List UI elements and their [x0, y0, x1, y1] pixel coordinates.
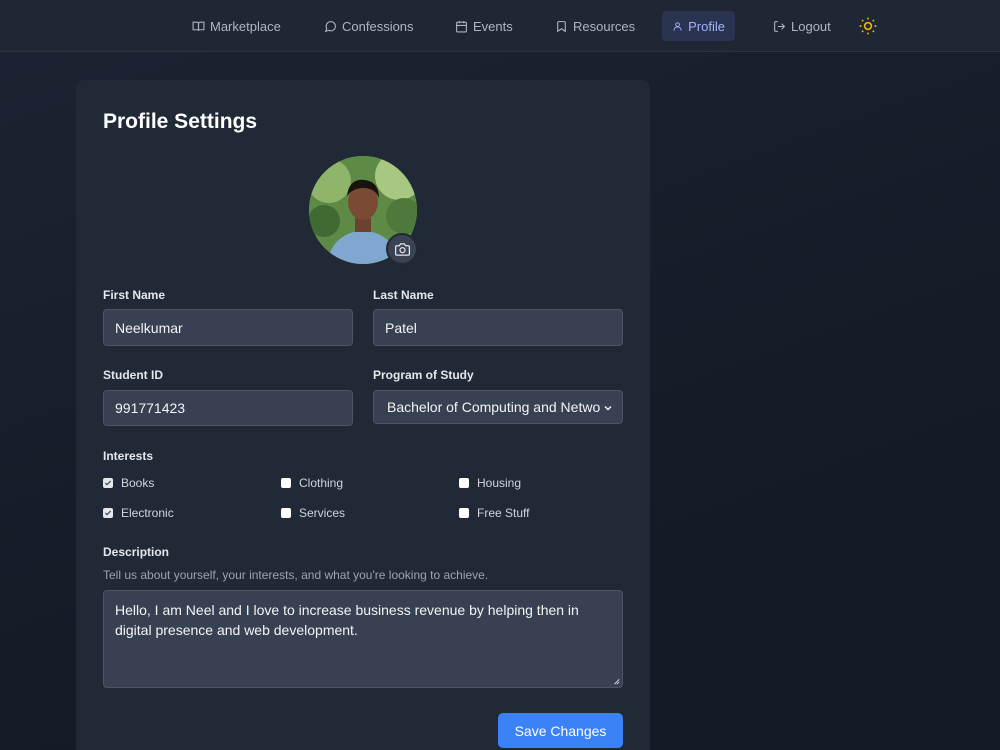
checkbox-clothing[interactable]: [281, 478, 291, 488]
interest-services-label: Services: [299, 506, 346, 520]
nav-marketplace-label: Marketplace: [210, 18, 281, 34]
nav-logout[interactable]: Logout: [763, 11, 841, 41]
nav-events-label: Events: [473, 18, 513, 34]
student-id-field[interactable]: [103, 390, 353, 426]
bookmark-icon: [557, 20, 566, 32]
calendar-icon: [456, 20, 467, 32]
interest-housing-label: Housing: [477, 476, 522, 490]
profile-settings-card: Profile Settings First Name Last Name St…: [76, 80, 650, 750]
interest-free-stuff-label: Free Stuff: [477, 506, 530, 520]
first-name-label: First Name: [103, 288, 166, 302]
last-name-field[interactable]: [373, 309, 623, 346]
sun-icon[interactable]: [858, 16, 878, 36]
checkbox-books[interactable]: [103, 478, 113, 488]
description-label: Description: [103, 545, 170, 559]
description-textarea[interactable]: Hello, I am Neel and I love to increase …: [103, 590, 623, 688]
interest-housing[interactable]: Housing: [459, 476, 521, 490]
nav-confessions[interactable]: Confessions: [314, 11, 424, 41]
last-name-label: Last Name: [373, 288, 434, 302]
program-label: Program of Study: [373, 368, 474, 382]
nav-profile-label: Profile: [688, 18, 725, 34]
description-text: Hello, I am Neel and I love to increase …: [115, 602, 579, 638]
user-icon: [673, 21, 682, 31]
change-photo-button[interactable]: [386, 233, 418, 265]
interest-clothing-label: Clothing: [299, 476, 344, 490]
checkmark-icon: [104, 510, 112, 516]
description-helper-text: Tell us about yourself, your interests, …: [103, 568, 489, 582]
interest-clothing[interactable]: Clothing: [281, 476, 343, 490]
top-navbar: Marketplace Confessions Events Resources…: [0, 0, 1000, 52]
nav-marketplace[interactable]: Marketplace: [182, 11, 291, 41]
checkbox-electronic[interactable]: [103, 508, 113, 518]
interest-electronic[interactable]: Electronic: [103, 506, 174, 520]
save-changes-button[interactable]: Save Changes: [498, 713, 623, 748]
resize-handle-icon[interactable]: [612, 677, 620, 685]
program-selected-value: Bachelor of Computing and Netwo: [387, 399, 601, 415]
checkbox-services[interactable]: [281, 508, 291, 518]
logout-icon: [774, 20, 786, 32]
nav-resources-label: Resources: [573, 18, 636, 34]
interest-books-label: Books: [121, 476, 155, 490]
nav-profile[interactable]: Profile: [662, 11, 735, 41]
student-id-label: Student ID: [103, 368, 163, 382]
interest-electronic-label: Electronic: [121, 506, 174, 520]
nav-confessions-label: Confessions: [342, 18, 414, 34]
checkmark-icon: [104, 480, 112, 486]
program-select[interactable]: Bachelor of Computing and Netwo: [373, 390, 623, 424]
nav-events[interactable]: Events: [445, 11, 523, 41]
interest-services[interactable]: Services: [281, 506, 345, 520]
checkbox-free-stuff[interactable]: [459, 508, 469, 518]
interest-books[interactable]: Books: [103, 476, 154, 490]
interests-label: Interests: [103, 449, 154, 463]
message-circle-icon: [324, 20, 336, 32]
book-open-icon: [192, 21, 205, 31]
checkbox-housing[interactable]: [459, 478, 469, 488]
nav-resources[interactable]: Resources: [545, 11, 645, 41]
first-name-field[interactable]: [103, 309, 353, 346]
chevron-down-icon: [604, 405, 612, 411]
interest-free-stuff[interactable]: Free Stuff: [459, 506, 529, 520]
camera-icon: [394, 242, 410, 256]
page-title: Profile Settings: [103, 110, 258, 133]
nav-logout-label: Logout: [791, 18, 831, 34]
